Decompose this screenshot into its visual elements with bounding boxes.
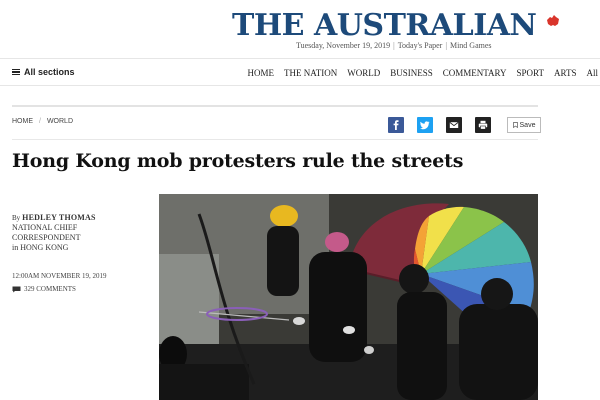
site-logo[interactable]: THE AUSTRALIAN xyxy=(232,10,537,42)
byline: By HEDLEY THOMAS NATIONAL CHIEF CORRESPO… xyxy=(12,213,152,253)
twitter-share-button[interactable] xyxy=(417,117,433,133)
mind-games-link[interactable]: Mind Games xyxy=(450,41,492,50)
nav-link-the-nation[interactable]: THE NATION xyxy=(284,68,337,78)
save-label: Save xyxy=(519,121,536,129)
nav-link-all[interactable]: All xyxy=(586,68,598,78)
breadcrumb-world[interactable]: WORLD xyxy=(47,118,73,125)
divider xyxy=(12,139,538,140)
facebook-share-button[interactable] xyxy=(388,117,404,133)
nav-link-business[interactable]: BUSINESS xyxy=(390,68,433,78)
nav-links: HOME THE NATION WORLD BUSINESS COMMENTAR… xyxy=(247,68,598,78)
author-location: in HONG KONG xyxy=(12,243,69,252)
nav-link-world[interactable]: WORLD xyxy=(347,68,380,78)
all-sections-label: All sections xyxy=(24,67,75,77)
share-toolbar: Save xyxy=(388,117,541,133)
dateline: Tuesday, November 19, 2019 | Today's Paper… xyxy=(296,41,492,50)
breadcrumb-home[interactable]: HOME xyxy=(12,118,33,125)
menu-icon xyxy=(12,68,20,76)
article-headline: Hong Kong mob protesters rule the street… xyxy=(12,150,464,172)
all-sections-button[interactable]: All sections xyxy=(12,67,75,77)
protest-photo-illustration xyxy=(159,194,538,400)
author-role: CORRESPONDENT xyxy=(12,233,81,242)
breadcrumb: HOME / WORLD xyxy=(12,118,73,125)
author-role: NATIONAL CHIEF xyxy=(12,223,78,232)
facebook-icon xyxy=(393,120,399,130)
todays-paper-link[interactable]: Today's Paper xyxy=(398,41,443,50)
breadcrumb-separator: / xyxy=(39,118,41,125)
nav-link-commentary[interactable]: COMMENTARY xyxy=(443,68,507,78)
australia-map-icon xyxy=(547,15,559,26)
comments-count: 329 COMMENTS xyxy=(24,285,76,293)
email-icon xyxy=(449,122,459,128)
twitter-icon xyxy=(420,121,430,130)
email-share-button[interactable] xyxy=(446,117,462,133)
date-text: Tuesday, November 19, 2019 xyxy=(296,41,391,50)
byline-prefix: By xyxy=(12,214,21,222)
nav-link-sport[interactable]: SPORT xyxy=(517,68,544,78)
main-nav: All sections HOME THE NATION WORLD BUSIN… xyxy=(0,58,600,86)
nav-link-arts[interactable]: ARTS xyxy=(554,68,576,78)
save-button[interactable]: Save xyxy=(507,117,541,133)
hero-photo[interactable] xyxy=(159,194,538,400)
divider xyxy=(12,105,538,107)
nav-link-home[interactable]: HOME xyxy=(247,68,274,78)
print-button[interactable] xyxy=(475,117,491,133)
masthead: THE AUSTRALIAN Tuesday, November 19, 201… xyxy=(0,0,600,56)
bookmark-icon xyxy=(512,122,518,128)
comments-link[interactable]: 329 COMMENTS xyxy=(12,285,76,293)
print-icon xyxy=(478,120,488,130)
comment-icon xyxy=(12,286,21,292)
publish-timestamp: 12:00AM NOVEMBER 19, 2019 xyxy=(12,272,107,280)
author-name[interactable]: HEDLEY THOMAS xyxy=(22,213,96,222)
